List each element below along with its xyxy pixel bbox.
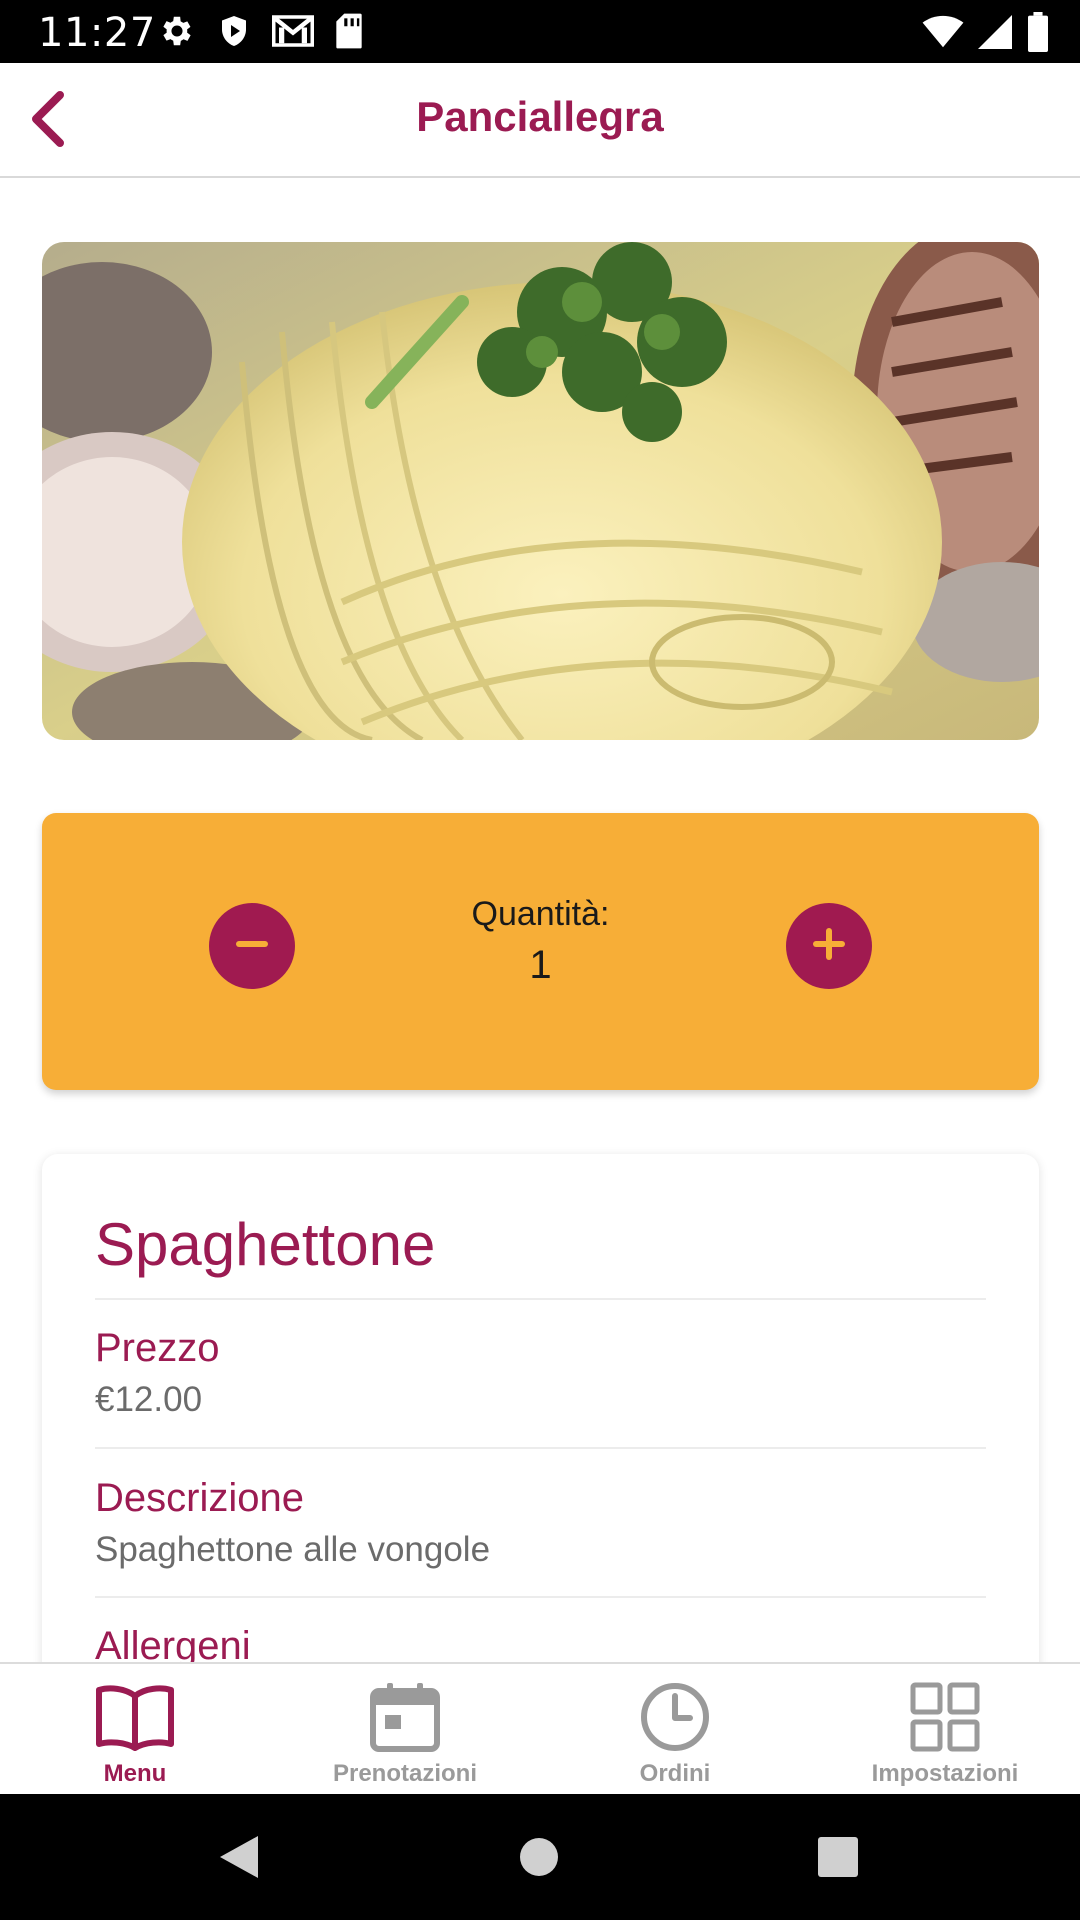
sd-card-icon <box>334 12 364 50</box>
status-notification-icons <box>158 12 364 50</box>
nav-item-ordini[interactable]: Ordini <box>540 1664 810 1796</box>
nav-label-menu: Menu <box>103 1760 167 1787</box>
back-triangle-icon <box>216 1832 262 1887</box>
grid-icon <box>909 1678 981 1756</box>
system-navigation-bar <box>0 1794 1080 1920</box>
nav-item-menu[interactable]: Menu <box>0 1664 270 1796</box>
calendar-icon <box>369 1678 441 1756</box>
signal-icon <box>978 14 1012 50</box>
dish-detail-content[interactable]: Quantità: 1 Spaghettone Prezzo €12.00 De… <box>0 180 1080 1662</box>
status-system-icons <box>922 12 1050 52</box>
nav-item-impostazioni[interactable]: Impostazioni <box>810 1664 1080 1796</box>
price-label: Prezzo <box>95 1326 220 1370</box>
increase-quantity-button[interactable] <box>786 903 872 989</box>
quantity-value: 1 <box>529 943 552 987</box>
price-value: €12.00 <box>95 1380 203 1419</box>
nav-label-ordini: Ordini <box>639 1760 711 1787</box>
plus-circle-icon <box>809 924 849 969</box>
divider <box>95 1298 986 1300</box>
gmail-icon <box>272 12 314 50</box>
quantity-card: Quantità: 1 <box>42 813 1039 1090</box>
home-circle-icon <box>519 1837 559 1882</box>
nav-item-prenotazioni[interactable]: Prenotazioni <box>270 1664 540 1796</box>
recents-square-icon <box>817 1836 859 1883</box>
divider <box>95 1596 986 1598</box>
status-time: 11:27 <box>38 10 156 56</box>
system-recents-button[interactable] <box>803 1824 873 1894</box>
system-home-button[interactable] <box>504 1824 574 1894</box>
bottom-navigation: Menu Prenotazioni Ordini Impostazioni <box>0 1662 1080 1794</box>
battery-icon <box>1026 12 1050 52</box>
book-icon <box>95 1678 175 1756</box>
dish-detail-card: Spaghettone Prezzo €12.00 Descrizione Sp… <box>42 1154 1039 1662</box>
nav-label-prenotazioni: Prenotazioni <box>332 1760 477 1787</box>
description-value: Spaghettone alle vongole <box>95 1530 491 1569</box>
shield-icon <box>216 12 252 50</box>
dish-name: Spaghettone <box>95 1211 436 1278</box>
description-label: Descrizione <box>95 1476 304 1520</box>
wifi-icon <box>922 15 964 49</box>
nav-label-impostazioni: Impostazioni <box>871 1760 1019 1787</box>
page-title: Panciallegra <box>416 93 664 140</box>
system-back-button[interactable] <box>204 1824 274 1894</box>
status-bar: 11:27 <box>0 0 1080 63</box>
gear-icon <box>158 12 196 50</box>
divider <box>95 1447 986 1449</box>
clock-icon <box>640 1678 710 1756</box>
app-bar: Panciallegra <box>0 63 1080 178</box>
dish-photo <box>42 242 1039 740</box>
quantity-label: Quantità: <box>471 895 610 933</box>
allergens-label: Allergeni <box>95 1624 251 1662</box>
